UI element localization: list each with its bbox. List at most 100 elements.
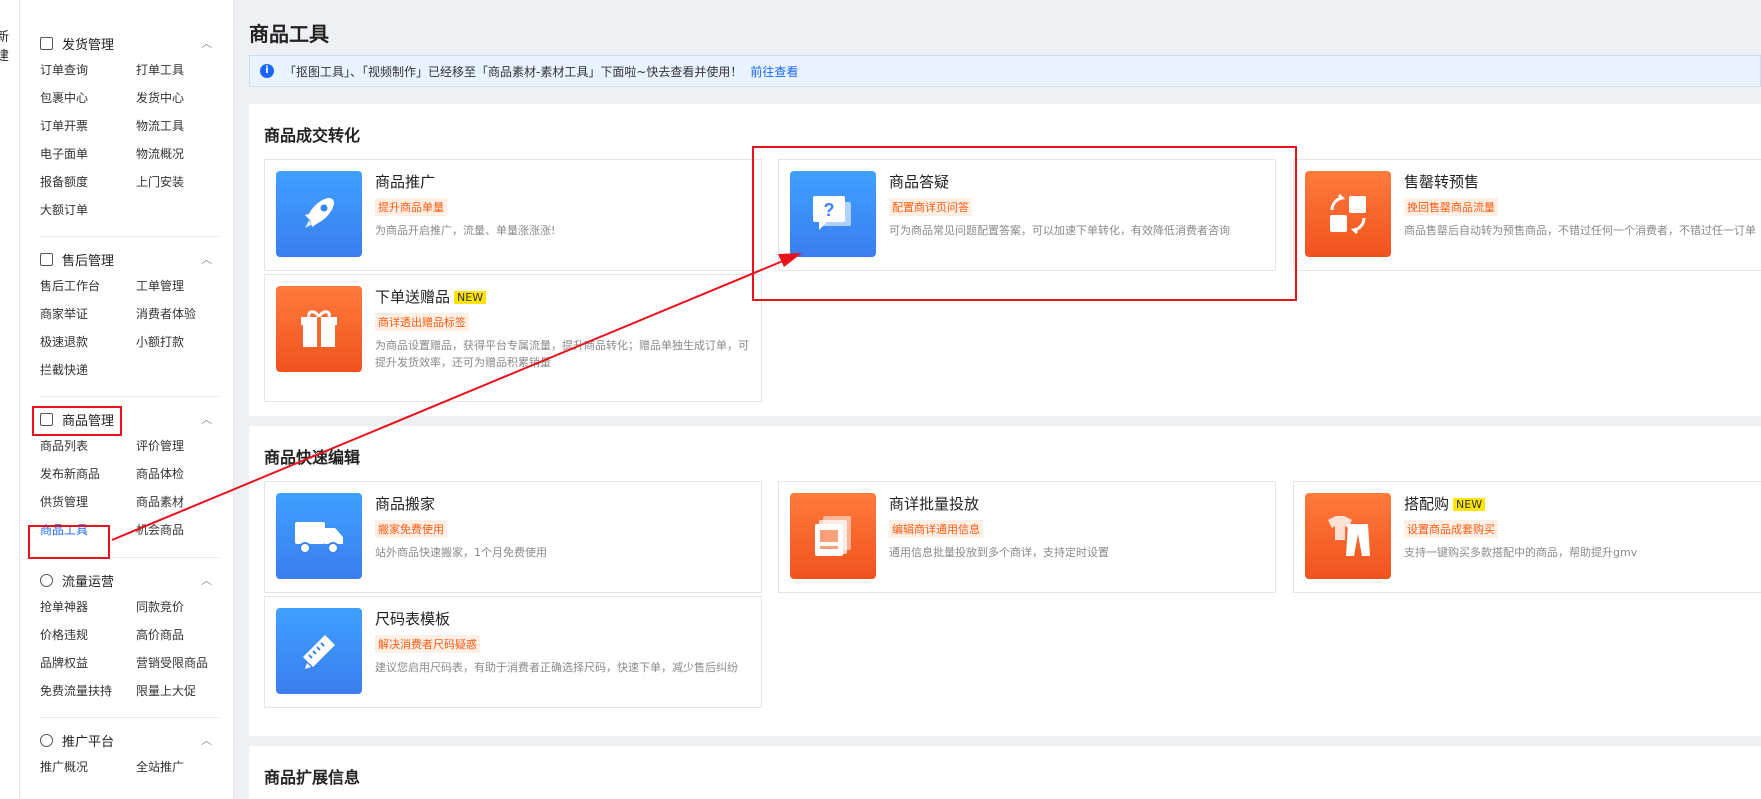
card-title: 下单送赠品 NEW [375,286,487,307]
card-tag: 提升商品单量 [375,198,447,216]
image-stack-icon [790,493,876,579]
panel-title: 商品成交转化 [264,126,361,145]
sidebar-item[interactable]: 高价商品 [136,621,233,649]
sidebar-item[interactable]: 上门安装 [136,168,233,196]
card-description: 为商品设置赠品，获得平台专属流量，提升商品转化；赠品单独生成订单，可提升发货效率… [375,339,749,369]
sidebar-section-promotion: 推广平台 ︿ 推广概况 全站推广 [20,727,233,781]
card-title: 搭配购 NEW [1404,493,1486,514]
sidebar-item[interactable]: 物流工具 [136,112,233,140]
sidebar-item[interactable]: 营销受限商品 [136,649,233,677]
sidebar-item[interactable]: 推广概况 [40,753,136,781]
divider [40,236,220,237]
card-tag: 解决消费者尺码疑惑 [375,635,480,653]
card-tag: 编辑商详通用信息 [889,520,983,538]
sidebar-item[interactable]: 限量上大促 [136,677,233,705]
sidebar-section-header[interactable]: 售后管理 ︿ [20,246,233,272]
gift-icon [276,286,362,372]
card-detail-batch[interactable]: 商详批量投放 编辑商详通用信息 通用信息批量投放到多个商详，支持定时设置 [778,481,1276,593]
sidebar-item[interactable]: 商家举证 [40,300,136,328]
sidebar-item[interactable]: 商品体检 [136,460,233,488]
sidebar-item-product-tools[interactable]: 商品工具 [40,516,136,544]
panel-conversion: 商品成交转化 商品推广 提升商品单量 为商品开启推广，流量、单量涨涨涨! ? 商… [249,104,1761,416]
sidebar-section-aftersales: 售后管理 ︿ 售后工作台 工单管理 商家举证 消费者体验 极速退款 小额打款 拦… [20,246,233,384]
card-product-qa[interactable]: ? 商品答疑 配置商详页问答 可为商品常见问题配置答案，可以加速下单转化，有效降… [778,159,1276,271]
chevron-up-icon[interactable]: ︿ [201,732,212,748]
sidebar-section-header[interactable]: 推广平台 ︿ [20,727,233,753]
sidebar-section-header[interactable]: 发货管理 ︿ [20,30,233,56]
card-bundle-purchase[interactable]: 搭配购 NEW 设置商品成套购买 支持一键购买多款搭配中的商品，帮助提升gmv [1293,481,1761,593]
card-gift-with-order[interactable]: 下单送赠品 NEW 商详透出赠品标签 为商品设置赠品，获得平台专属流量，提升商品转… [264,274,762,402]
chevron-up-icon[interactable]: ︿ [201,35,212,51]
convert-icon [1305,171,1391,257]
sidebar-item[interactable]: 大额订单 [40,196,136,224]
sidebar-scroll-stub: — [70,0,82,6]
question-chat-icon: ? [790,171,876,257]
page-title: 商品工具 [249,22,329,46]
chevron-up-icon[interactable]: ︿ [201,572,212,588]
sidebar-item[interactable]: 报备额度 [40,168,136,196]
sidebar-section-title: 商品管理 [62,413,115,429]
new-badge: NEW [1453,498,1486,511]
sidebar-section-title: 售后管理 [62,253,115,269]
sidebar-item[interactable]: 小额打款 [136,328,233,356]
document-icon [40,36,53,50]
panel-extension-info: 商品扩展信息 [249,746,1761,799]
sidebar-section-shipping: 发货管理 ︿ 订单查询 打单工具 包裹中心 发货中心 订单开票 物流工具 电子面… [20,30,233,224]
sidebar-item[interactable]: 发布新商品 [40,460,136,488]
sidebar-item[interactable]: 物流概况 [136,140,233,168]
notice-link[interactable]: 前往查看 [750,63,798,80]
card-tag: 商详透出赠品标签 [375,313,469,331]
svg-text:?: ? [824,200,835,220]
card-description: 通用信息批量投放到多个商详，支持定时设置 [889,546,1109,559]
sidebar-item[interactable]: 订单查询 [40,56,136,84]
sidebar-item[interactable]: 机会商品 [136,516,233,544]
sidebar-item[interactable]: 免费流量扶持 [40,677,136,705]
sidebar-section-header[interactable]: 商品管理 ︿ [20,406,233,432]
sidebar-item[interactable]: 全站推广 [136,753,233,781]
card-title-text: 下单送赠品 [375,288,451,306]
sidebar-item[interactable]: 商品列表 [40,432,136,460]
sidebar-item[interactable]: 同款竞价 [136,593,233,621]
check-circle-icon [40,573,53,587]
info-icon: i [260,64,274,78]
panel-title: 商品扩展信息 [264,768,361,787]
card-tag: 配置商详页问答 [889,198,972,216]
card-title: 商品推广 [375,173,436,191]
card-title: 尺码表模板 [375,610,451,628]
new-badge: NEW [454,291,487,304]
sidebar-section-header[interactable]: 流量运营 ︿ [20,567,233,593]
divider [40,557,220,558]
card-size-chart[interactable]: 尺码表模板 解决消费者尺码疑惑 建议您启用尺码表，有助于消费者正确选择尺码，快速… [264,596,762,708]
sidebar-item[interactable]: 供货管理 [40,488,136,516]
sidebar-item[interactable]: 抢单神器 [40,593,136,621]
sidebar-item[interactable]: 价格违规 [40,621,136,649]
sidebar-item[interactable]: 包裹中心 [40,84,136,112]
sidebar-item[interactable]: 极速退款 [40,328,136,356]
sidebar-item[interactable]: 消费者体验 [136,300,233,328]
card-product-move[interactable]: 商品搬家 搬家免费使用 站外商品快速搬家，1个月免费使用 [264,481,762,593]
sidebar-item[interactable]: 商品素材 [136,488,233,516]
sidebar-item[interactable]: 售后工作台 [40,272,136,300]
sidebar-item[interactable]: 打单工具 [136,56,233,84]
sidebar-item[interactable]: 发货中心 [136,84,233,112]
card-tag: 搬家免费使用 [375,520,447,538]
card-tag: 设置商品成套购买 [1404,520,1498,538]
sidebar-item[interactable]: 订单开票 [40,112,136,140]
sidebar-item[interactable]: 评价管理 [136,432,233,460]
sidebar-item[interactable]: 品牌权益 [40,649,136,677]
sidebar-item[interactable]: 拦截快递 [40,356,136,384]
sidebar-item[interactable]: 工单管理 [136,272,233,300]
divider [40,717,220,718]
card-title: 商详批量投放 [889,495,980,513]
sidebar-item[interactable]: 电子面单 [40,140,136,168]
sidebar-section-traffic: 流量运营 ︿ 抢单神器 同款竞价 价格违规 高价商品 品牌权益 营销受限商品 免… [20,567,233,705]
card-description: 建议您启用尺码表，有助于消费者正确选择尺码，快速下单，减少售后纠纷 [375,661,738,674]
card-soldout-presale[interactable]: 售罄转预售 挽回售罄商品流量 商品售罄后自动转为预售商品，不错过任何一个消费者，… [1293,159,1761,271]
card-description: 商品售罄后自动转为预售商品，不错过任何一个消费者，不错过任一订单 [1404,224,1756,237]
rocket-icon [276,171,362,257]
chevron-up-icon[interactable]: ︿ [201,251,212,267]
sidebar-section-title: 发货管理 [62,37,115,53]
card-product-promotion[interactable]: 商品推广 提升商品单量 为商品开启推广，流量、单量涨涨涨! [264,159,762,271]
card-title: 商品搬家 [375,495,436,513]
chevron-up-icon[interactable]: ︿ [201,411,212,427]
